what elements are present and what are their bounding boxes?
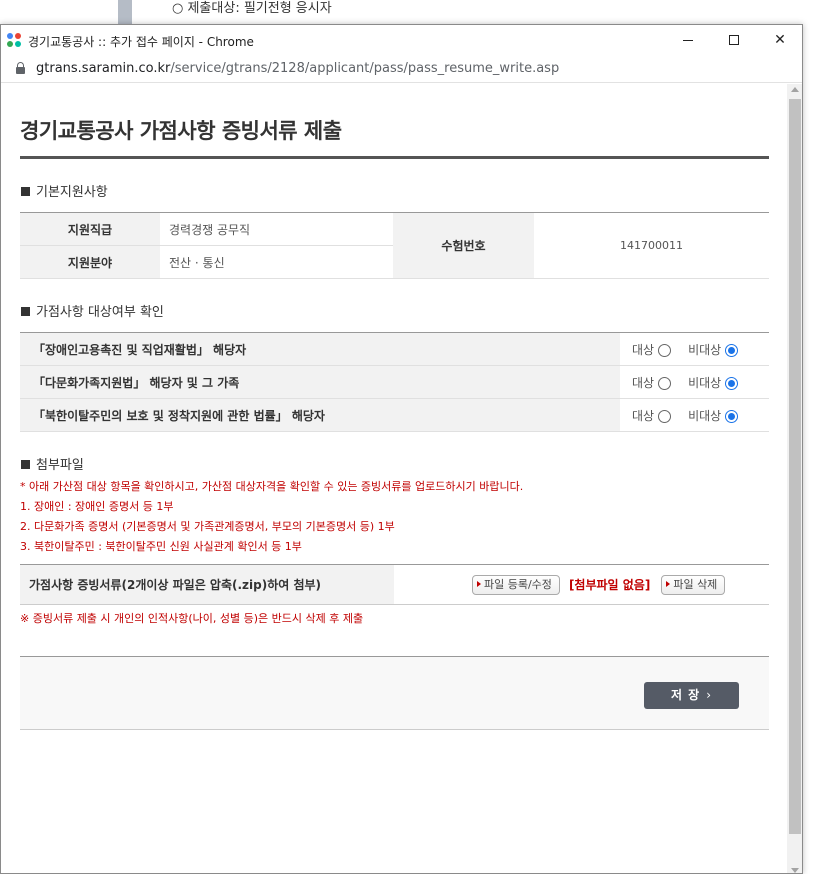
triangle-right-icon xyxy=(666,580,671,587)
radio-label-yes: 대상 xyxy=(632,408,655,423)
maximize-icon xyxy=(729,35,739,45)
notice-line: 1. 장애인 : 장애인 증명서 등 1부 xyxy=(20,500,174,513)
bonus-target-table: 「장애인고용촉진 및 직업재활법」 해당자 대상 비대상 「다문화가족지원법」 해… xyxy=(20,332,769,432)
radio-no[interactable] xyxy=(725,376,739,390)
section-title-text: 기본지원사항 xyxy=(36,185,108,200)
file-register-button[interactable]: 파일 등록/수정 xyxy=(472,574,560,595)
page-title: 경기교통공사 가점사항 증빙서류 제출 xyxy=(20,115,769,159)
close-button[interactable]: ✕ xyxy=(757,25,802,55)
file-register-label: 파일 등록/수정 xyxy=(484,577,552,591)
page-content: 경기교통공사 가점사항 증빙서류 제출 기본지원사항 지원직급 경력경쟁 공무직… xyxy=(20,84,769,730)
radio-no[interactable] xyxy=(725,343,739,357)
vertical-scrollbar[interactable] xyxy=(787,84,802,873)
table-cell: 경력경쟁 공무직 xyxy=(160,212,393,246)
background-sidebar-strip xyxy=(118,0,132,24)
background-text: ○ 제출대상: 필기전형 응시자 xyxy=(172,1,332,16)
page-viewport: 경기교통공사 가점사항 증빙서류 제출 기본지원사항 지원직급 경력경쟁 공무직… xyxy=(1,84,787,873)
radio-label-no: 비대상 xyxy=(688,408,722,423)
radio-label-yes: 대상 xyxy=(632,342,655,357)
section-title-text: 가점사항 대상여부 확인 xyxy=(36,305,164,320)
maximize-button[interactable] xyxy=(711,25,757,55)
target-label: 「장애인고용촉진 및 직업재활법」 해당자 xyxy=(20,332,620,366)
window-titlebar[interactable]: 경기교통공사 :: 추가 접수 페이지 - Chrome ✕ xyxy=(1,25,802,57)
radio-yes[interactable] xyxy=(658,343,672,357)
close-icon: ✕ xyxy=(774,32,786,48)
save-area: 저 장 › xyxy=(20,656,769,730)
radio-group: 대상 비대상 xyxy=(620,332,769,366)
square-bullet-icon xyxy=(21,187,30,196)
radio-label-no: 비대상 xyxy=(688,375,722,390)
privacy-notice: ※ 증빙서류 제출 시 개인의 인적사항(나이, 성별 등)은 반드시 삭제 후… xyxy=(20,612,364,625)
radio-label-no: 비대상 xyxy=(688,342,722,357)
triangle-right-icon xyxy=(477,580,481,587)
exam-number-value: 141700011 xyxy=(534,212,769,279)
basic-info-table: 지원직급 경력경쟁 공무직 수험번호 141700011 지원분야 전산 · 통… xyxy=(20,212,769,279)
radio-no[interactable] xyxy=(725,409,739,423)
radio-group: 대상 비대상 xyxy=(620,365,769,399)
table-header-cell: 지원분야 xyxy=(20,245,160,279)
file-actions: 파일 등록/수정 [첨부파일 없음] 파일 삭제 xyxy=(394,565,769,605)
target-label: 「북한이탈주민의 보호 및 정착지원에 관한 법률」 해당자 xyxy=(20,398,620,432)
scroll-up-arrow-icon[interactable] xyxy=(791,87,799,92)
notice-line: 2. 다문화가족 증명서 (기본증명서 및 가족관계증명서, 부모의 기본증명서… xyxy=(20,520,395,533)
square-bullet-icon xyxy=(21,460,30,469)
table-row: 「다문화가족지원법」 해당자 및 그 가족 대상 비대상 xyxy=(20,365,769,399)
lock-icon xyxy=(16,62,25,74)
minimize-icon xyxy=(683,39,693,41)
exam-number-label: 수험번호 xyxy=(393,212,534,279)
radio-label-yes: 대상 xyxy=(632,375,655,390)
section-title-attachment: 첨부파일 xyxy=(20,454,769,473)
table-header-cell: 지원직급 xyxy=(20,212,160,246)
radio-group: 대상 비대상 xyxy=(620,398,769,432)
attachment-notice: * 아래 가산점 대상 항목을 확인하시고, 가산점 대상자격을 확인할 수 있… xyxy=(20,477,769,557)
table-row: 「장애인고용촉진 및 직업재활법」 해당자 대상 비대상 xyxy=(20,332,769,366)
section-title-basic-info: 기본지원사항 xyxy=(20,181,769,200)
square-bullet-icon xyxy=(21,307,30,316)
table-row: 지원직급 경력경쟁 공무직 수험번호 141700011 xyxy=(20,212,769,279)
window-title: 경기교통공사 :: 추가 접수 페이지 - Chrome xyxy=(28,35,254,49)
url-text[interactable]: gtrans.saramin.co.kr/service/gtrans/2128… xyxy=(36,61,559,76)
save-label: 저 장 xyxy=(670,688,701,702)
radio-yes[interactable] xyxy=(658,376,672,390)
scroll-thumb[interactable] xyxy=(789,99,801,834)
popup-window: 경기교통공사 :: 추가 접수 페이지 - Chrome ✕ gtrans.sa… xyxy=(0,24,803,874)
notice-line: 3. 북한이탈주민 : 북한이탈주민 신원 사실관계 확인서 등 1부 xyxy=(20,540,302,553)
section-title-bonus-target: 가점사항 대상여부 확인 xyxy=(20,301,769,320)
file-delete-label: 파일 삭제 xyxy=(673,577,718,591)
address-bar[interactable]: gtrans.saramin.co.kr/service/gtrans/2128… xyxy=(1,57,802,83)
minimize-button[interactable] xyxy=(665,25,711,55)
file-upload-table: 가점사항 증빙서류(2개이상 파일은 압축(.zip)하여 첨부) 파일 등록/… xyxy=(20,564,769,605)
notice-line: * 아래 가산점 대상 항목을 확인하시고, 가산점 대상자격을 확인할 수 있… xyxy=(20,480,524,493)
file-delete-button[interactable]: 파일 삭제 xyxy=(661,574,726,595)
scroll-down-arrow-icon[interactable] xyxy=(791,868,799,873)
no-file-status: [첨부파일 없음] xyxy=(568,578,651,592)
section-title-text: 첨부파일 xyxy=(36,458,84,473)
table-row: 가점사항 증빙서류(2개이상 파일은 압축(.zip)하여 첨부) 파일 등록/… xyxy=(20,564,769,605)
chevron-right-icon: › xyxy=(706,688,713,702)
file-label: 가점사항 증빙서류(2개이상 파일은 압축(.zip)하여 첨부) xyxy=(20,564,394,605)
table-cell: 전산 · 통신 xyxy=(160,245,393,279)
radio-yes[interactable] xyxy=(658,409,672,423)
url-host: gtrans.saramin.co.kr xyxy=(36,61,171,76)
app-logo-icon xyxy=(6,32,22,48)
table-row: 「북한이탈주민의 보호 및 정착지원에 관한 법률」 해당자 대상 비대상 xyxy=(20,398,769,432)
url-path: /service/gtrans/2128/applicant/pass/pass… xyxy=(170,61,560,76)
target-label: 「다문화가족지원법」 해당자 및 그 가족 xyxy=(20,365,620,399)
save-button[interactable]: 저 장 › xyxy=(644,682,739,709)
